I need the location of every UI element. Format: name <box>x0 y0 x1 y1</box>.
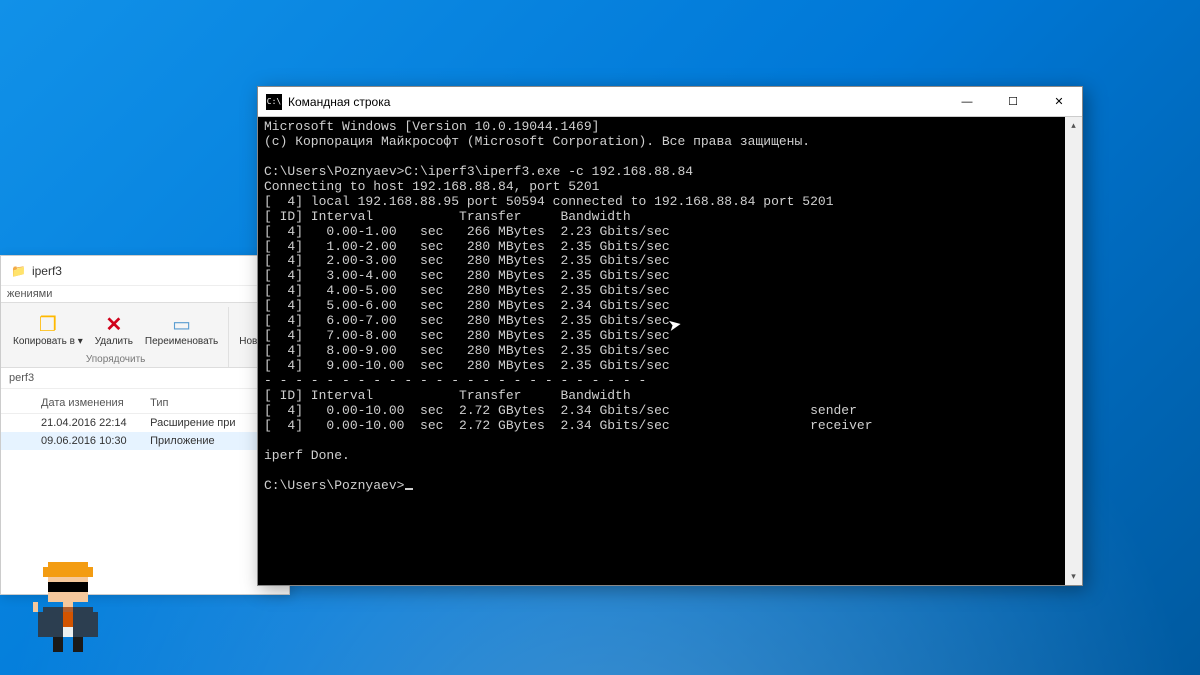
copy-button[interactable]: ❐ Копировать в ▾ <box>9 311 87 349</box>
cmd-titlebar[interactable]: C:\ Командная строка — ☐ ✕ <box>258 87 1082 117</box>
scroll-track[interactable] <box>1065 134 1082 568</box>
rename-icon: ▭ <box>171 313 193 335</box>
cmd-title-text: Командная строка <box>288 95 390 109</box>
delete-button[interactable]: ✕ Удалить <box>91 311 137 349</box>
folder-icon: 📁 <box>11 264 26 278</box>
ribbon-group-organize: ❐ Копировать в ▾ ✕ Удалить ▭ Переименова… <box>3 307 229 367</box>
avatar-image <box>18 557 118 657</box>
file-row[interactable]: 09.06.2016 10:30 Приложение <box>1 432 289 450</box>
scroll-down-icon[interactable]: ▾ <box>1065 568 1082 585</box>
rename-label: Переименовать <box>145 337 218 347</box>
col-date[interactable]: Дата изменения <box>41 397 150 409</box>
file-row[interactable]: 21.04.2016 22:14 Расширение при <box>1 414 289 432</box>
copy-label: Копировать в ▾ <box>13 337 83 347</box>
file-list: Дата изменения Тип 21.04.2016 22:14 Расш… <box>1 389 289 450</box>
delete-icon: ✕ <box>103 313 125 335</box>
minimize-button[interactable]: — <box>944 87 990 117</box>
explorer-window[interactable]: 📁 iperf3 жениями ❐ Копировать в ▾ ✕ Удал… <box>0 255 290 595</box>
copy-icon: ❐ <box>37 313 59 335</box>
cmd-window[interactable]: C:\ Командная строка — ☐ ✕ Microsoft Win… <box>257 86 1083 586</box>
explorer-title-text: iperf3 <box>32 264 62 278</box>
cmd-output[interactable]: Microsoft Windows [Version 10.0.19044.14… <box>258 117 1082 585</box>
cmd-scrollbar[interactable]: ▴ ▾ <box>1065 117 1082 585</box>
cmd-icon: C:\ <box>266 94 282 110</box>
scroll-up-icon[interactable]: ▴ <box>1065 117 1082 134</box>
close-button[interactable]: ✕ <box>1036 87 1082 117</box>
explorer-ribbon: ❐ Копировать в ▾ ✕ Удалить ▭ Переименова… <box>1 303 289 368</box>
explorer-path[interactable]: perf3 <box>1 368 289 389</box>
cmd-cursor <box>405 488 413 490</box>
explorer-ribbon-tab[interactable]: жениями <box>1 286 289 303</box>
delete-label: Удалить <box>95 337 133 347</box>
cmd-text: Microsoft Windows [Version 10.0.19044.14… <box>264 119 873 493</box>
window-controls: — ☐ ✕ <box>944 87 1082 117</box>
maximize-button[interactable]: ☐ <box>990 87 1036 117</box>
file-list-header[interactable]: Дата изменения Тип <box>1 393 289 414</box>
explorer-titlebar[interactable]: 📁 iperf3 <box>1 256 289 286</box>
rename-button[interactable]: ▭ Переименовать <box>141 311 222 349</box>
